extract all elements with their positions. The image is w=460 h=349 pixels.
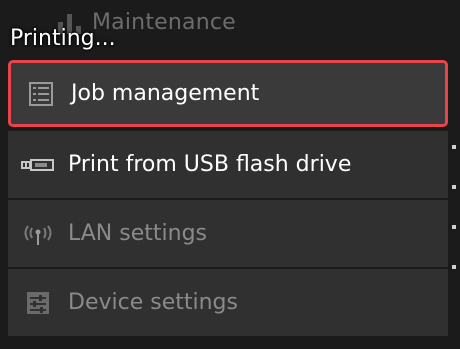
menu-item-print-from-usb[interactable]: Print from USB flash drive <box>8 131 448 198</box>
scroll-dot <box>452 185 456 189</box>
menu-item-device-settings[interactable]: Device settings <box>8 269 448 336</box>
printing-status: Printing... <box>10 26 116 51</box>
menu-list: Job management Print from USB flash driv… <box>8 60 448 338</box>
menu-item-job-management[interactable]: Job management <box>8 60 448 127</box>
menu-item-label: Print from USB flash drive <box>68 152 352 177</box>
scroll-dot <box>452 265 456 269</box>
menu-item-label: Job management <box>71 81 260 106</box>
usb-icon <box>8 158 68 172</box>
sliders-icon <box>8 291 68 315</box>
scroll-indicator <box>452 145 456 305</box>
scroll-dot <box>452 225 456 229</box>
printer-panel-screen: Maintenance Printing... Job management P… <box>0 0 460 349</box>
list-icon <box>11 81 71 106</box>
scroll-dot <box>452 145 456 149</box>
menu-item-lan-settings[interactable]: LAN settings <box>8 200 448 267</box>
menu-item-label: Device settings <box>68 290 238 315</box>
menu-item-label: LAN settings <box>68 221 207 246</box>
wireless-antenna-icon <box>8 222 68 246</box>
